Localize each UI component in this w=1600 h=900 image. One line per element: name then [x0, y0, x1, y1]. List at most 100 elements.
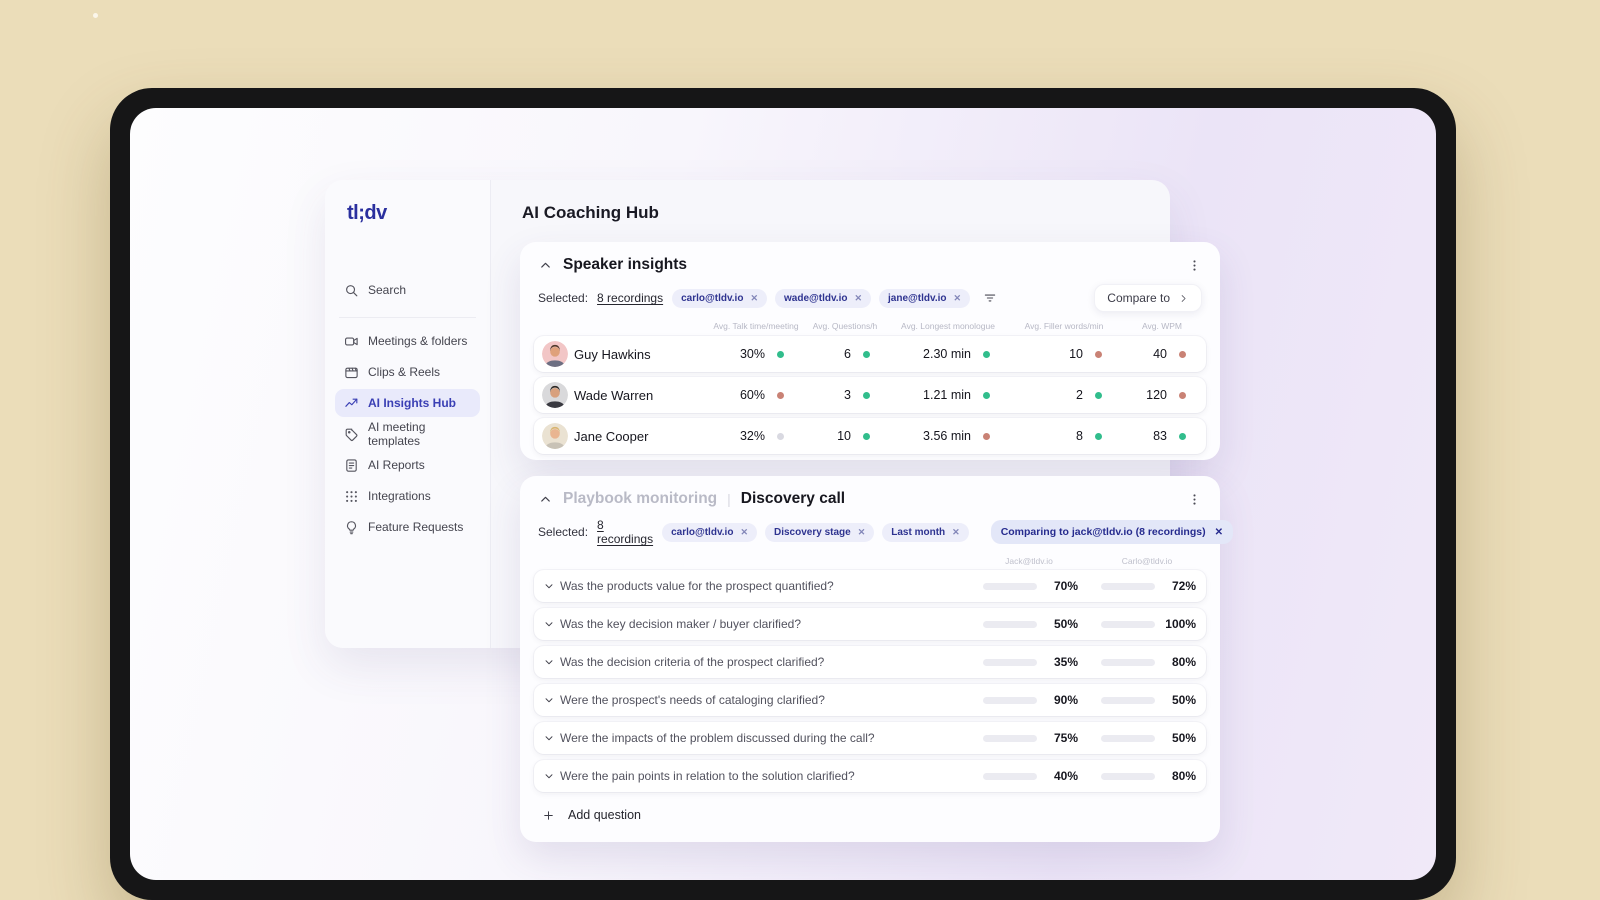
filter-chip-label: carlo@tldv.io	[681, 292, 744, 304]
metric-cell: 3	[802, 388, 888, 402]
close-icon[interactable]: ✕	[854, 293, 862, 304]
score-bar	[983, 582, 1037, 590]
score-bar	[983, 734, 1037, 742]
close-icon[interactable]: ✕	[952, 527, 960, 538]
search-icon	[344, 283, 359, 298]
filter-chip[interactable]: Discovery stage ✕	[764, 522, 875, 542]
status-dot	[863, 391, 870, 399]
expand-chevron-icon[interactable]	[543, 580, 555, 592]
sidebar: tl;dv Search Meetings & folders Clips & …	[325, 180, 491, 648]
compare-to-label: Compare to	[1107, 291, 1170, 305]
sidebar-item-integrations[interactable]: Integrations	[335, 482, 480, 510]
status-dot	[863, 432, 870, 440]
video-camera-icon	[344, 334, 359, 349]
metric-value: 40	[1153, 347, 1167, 361]
metric-value: 10	[837, 429, 851, 443]
column-header: Avg. Questions/h	[812, 321, 878, 331]
score-percent: 100%	[1165, 617, 1196, 631]
score-percent: 40%	[1053, 769, 1078, 783]
score-bar	[983, 772, 1037, 780]
score-cell: 80%	[1088, 769, 1206, 783]
close-icon[interactable]: ✕	[858, 527, 866, 538]
collapse-chevron-icon[interactable]	[538, 492, 553, 507]
speaker-table: Guy Hawkins 30% 6 2.30 min 10 40 Wade Wa…	[534, 336, 1206, 454]
sidebar-item-ai-reports[interactable]: AI Reports	[335, 451, 480, 479]
score-bar	[983, 696, 1037, 704]
speaker-name: Wade Warren	[574, 387, 654, 403]
add-question-button[interactable]: Add question	[534, 798, 1206, 822]
metric-value: 10	[1069, 347, 1083, 361]
table-row[interactable]: Jane Cooper 32% 10 3.56 min 8 83	[534, 418, 1206, 454]
score-cell: 35%	[970, 655, 1088, 669]
metric-cell: 8	[1008, 429, 1120, 443]
kebab-menu-icon[interactable]	[1187, 258, 1202, 273]
selected-count-link[interactable]: 8 recordings	[597, 291, 663, 305]
question-text: Was the decision criteria of the prospec…	[560, 655, 825, 669]
filter-chip[interactable]: Last month ✕	[882, 522, 969, 542]
score-bar	[1101, 772, 1155, 780]
tldv-logo: tl;dv	[347, 202, 387, 224]
filter-icon[interactable]	[983, 291, 997, 305]
question-row[interactable]: Were the pain points in relation to the …	[534, 760, 1206, 792]
score-percent: 50%	[1171, 693, 1196, 707]
metric-cell: 83	[1120, 429, 1204, 443]
column-header: Jack@tldv.io	[1005, 556, 1053, 566]
metric-cell: 1.21 min	[888, 388, 1008, 402]
close-icon[interactable]: ✕	[740, 527, 748, 538]
question-row[interactable]: Was the key decision maker / buyer clari…	[534, 608, 1206, 640]
question-row[interactable]: Were the prospect's needs of cataloging …	[534, 684, 1206, 716]
sidebar-search-label: Search	[368, 283, 407, 297]
sidebar-item-clips-reels[interactable]: Clips & Reels	[335, 358, 480, 386]
table-row[interactable]: Wade Warren 60% 3 1.21 min 2 120	[534, 377, 1206, 413]
question-text: Were the impacts of the problem discusse…	[560, 731, 875, 745]
metric-cell: 2	[1008, 388, 1120, 402]
sidebar-search[interactable]: Search	[335, 276, 480, 304]
expand-chevron-icon[interactable]	[543, 618, 555, 630]
collapse-chevron-icon[interactable]	[538, 258, 553, 273]
metric-value: 3.56 min	[923, 429, 971, 443]
column-header: Avg. Longest monologue	[901, 321, 995, 331]
sidebar-item-ai-meeting-templates[interactable]: AI meeting templates	[335, 420, 480, 448]
sidebar-item-label: AI meeting templates	[368, 420, 426, 448]
filter-chip[interactable]: jane@tldv.io ✕	[879, 288, 971, 308]
status-dot	[1179, 391, 1186, 399]
question-row[interactable]: Was the products value for the prospect …	[534, 570, 1206, 602]
avatar	[542, 341, 568, 367]
question-row[interactable]: Were the impacts of the problem discusse…	[534, 722, 1206, 754]
score-percent: 72%	[1171, 579, 1196, 593]
sidebar-item-label: AI Insights Hub	[368, 396, 456, 410]
filter-chip-label: Last month	[891, 526, 946, 538]
expand-chevron-icon[interactable]	[543, 770, 555, 782]
metric-value: 30%	[739, 347, 765, 361]
close-icon[interactable]: ✕	[750, 293, 758, 304]
compare-to-button[interactable]: Compare to	[1094, 284, 1202, 312]
score-cell: 50%	[1088, 731, 1206, 745]
comparing-chip[interactable]: Comparing to jack@tldv.io (8 recordings)…	[990, 520, 1233, 544]
kebab-menu-icon[interactable]	[1187, 492, 1202, 507]
filter-chip[interactable]: carlo@tldv.io ✕	[672, 288, 767, 308]
sidebar-item-ai-insights-hub[interactable]: AI Insights Hub	[335, 389, 480, 417]
score-percent: 75%	[1053, 731, 1078, 745]
metric-cell: 6	[802, 347, 888, 361]
score-bar	[1101, 582, 1155, 590]
sidebar-nav: Meetings & folders Clips & Reels AI Insi…	[325, 327, 490, 541]
filter-chip-label: wade@tldv.io	[784, 292, 848, 304]
sidebar-item-meetings-folders[interactable]: Meetings & folders	[335, 327, 480, 355]
status-dot	[863, 350, 870, 358]
sidebar-item-feature-requests[interactable]: Feature Requests	[335, 513, 480, 541]
table-row[interactable]: Guy Hawkins 30% 6 2.30 min 10 40	[534, 336, 1206, 372]
status-dot	[777, 350, 784, 358]
expand-chevron-icon[interactable]	[543, 732, 555, 744]
filter-chip[interactable]: carlo@tldv.io ✕	[662, 522, 757, 542]
laptop-frame: tl;dv Search Meetings & folders Clips & …	[110, 88, 1456, 900]
metric-cell: 40	[1120, 347, 1204, 361]
question-text: Were the pain points in relation to the …	[560, 769, 855, 783]
expand-chevron-icon[interactable]	[543, 656, 555, 668]
selected-count-link[interactable]: 8 recordings	[597, 518, 653, 546]
expand-chevron-icon[interactable]	[543, 694, 555, 706]
close-icon[interactable]: ✕	[953, 293, 961, 304]
question-row[interactable]: Was the decision criteria of the prospec…	[534, 646, 1206, 678]
close-icon[interactable]: ✕	[1215, 527, 1223, 538]
filter-chip[interactable]: wade@tldv.io ✕	[775, 288, 872, 308]
selected-label: Selected:	[538, 291, 589, 305]
